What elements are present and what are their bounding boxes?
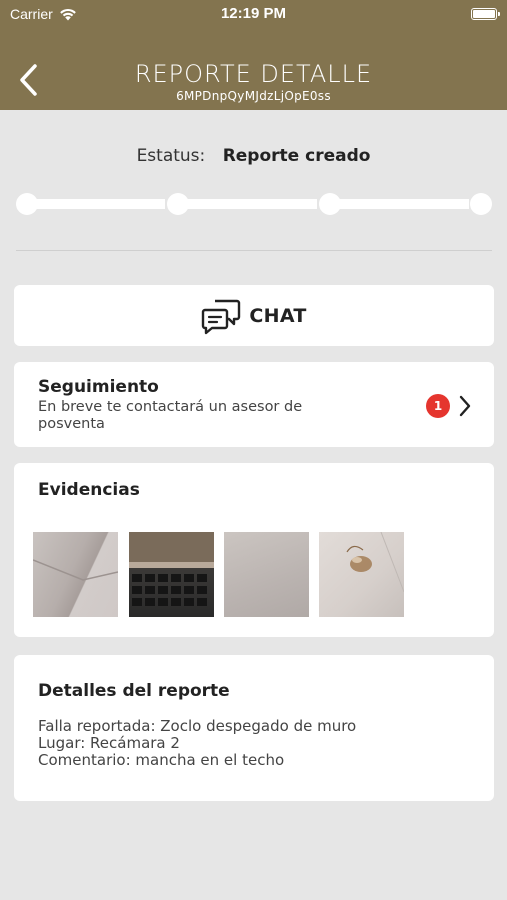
detalles-title: Detalles del reporte bbox=[38, 681, 230, 701]
chat-label: CHAT bbox=[249, 304, 307, 327]
status-value: Reporte creado bbox=[222, 146, 371, 166]
progress-track bbox=[331, 199, 469, 209]
evidence-photo-keyboard[interactable] bbox=[129, 532, 214, 617]
detalle-lugar: Lugar: Recámara 2 bbox=[38, 734, 180, 752]
progress-step bbox=[16, 193, 38, 215]
status-label: Estatus: bbox=[136, 146, 206, 166]
progress-track bbox=[27, 199, 165, 209]
status-progress bbox=[16, 193, 492, 215]
clock: 12:19 PM bbox=[220, 5, 287, 22]
progress-step bbox=[167, 193, 189, 215]
progress-track bbox=[179, 199, 317, 209]
seguimiento-card[interactable]: Seguimiento En breve te contactará un as… bbox=[14, 362, 494, 447]
detalles-card: Detalles del reporte Falla reportada: Zo… bbox=[14, 655, 494, 801]
progress-step bbox=[470, 193, 492, 215]
chat-bubbles-icon bbox=[202, 299, 241, 334]
report-id: 6MPDnpQyMJdzLjOpE0ss bbox=[176, 89, 331, 103]
divider bbox=[16, 250, 492, 251]
page-title: REPORTE DETALLE bbox=[134, 60, 373, 88]
battery-icon bbox=[471, 8, 500, 20]
detalle-falla: Falla reportada: Zoclo despegado de muro bbox=[38, 717, 357, 735]
detalle-comentario: Comentario: mancha en el techo bbox=[38, 751, 285, 769]
header: Carrier 12:19 PM REPORTE DETALLE 6MPDnpQ… bbox=[0, 0, 507, 110]
chevron-right-icon bbox=[459, 395, 471, 417]
status-bar: Carrier 12:19 PM bbox=[0, 0, 507, 30]
notification-badge: 1 bbox=[426, 394, 450, 418]
seguimiento-title: Seguimiento bbox=[38, 377, 159, 397]
seguimiento-text: En breve te contactará un asesor de posv… bbox=[38, 399, 303, 432]
evidence-photo-ceiling-stain[interactable] bbox=[319, 532, 404, 617]
status-row: Estatus: Reporte creado bbox=[0, 146, 507, 166]
evidencias-title: Evidencias bbox=[38, 480, 140, 500]
evidence-photo-wall[interactable] bbox=[224, 532, 309, 617]
chat-button[interactable]: CHAT bbox=[14, 285, 494, 346]
detalles-lines: Falla reportada: Zoclo despegado de muro… bbox=[38, 718, 356, 769]
progress-step bbox=[319, 193, 341, 215]
evidencias-card: Evidencias bbox=[14, 463, 494, 637]
evidence-photo-wall-corner[interactable] bbox=[33, 532, 118, 617]
